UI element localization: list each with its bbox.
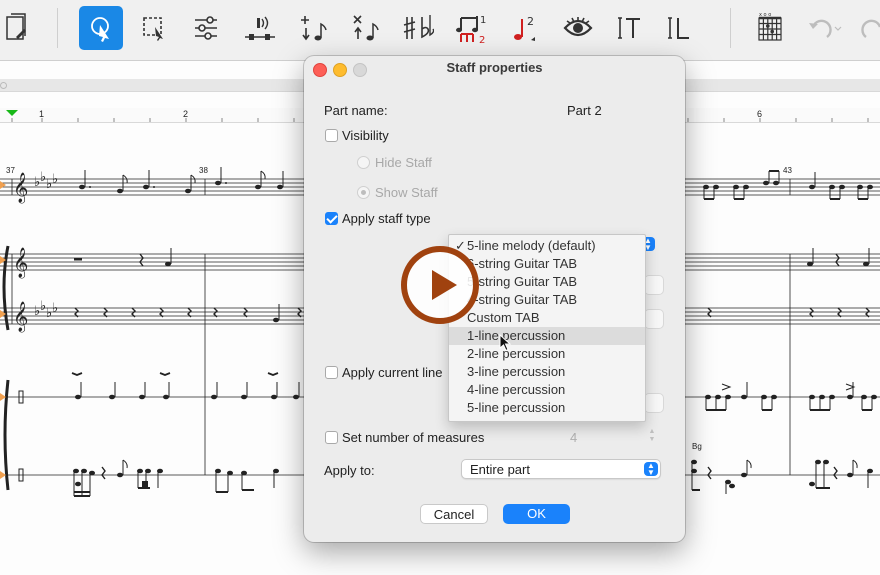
hide-staff-radio[interactable] <box>357 156 370 169</box>
part-name-label: Part name: <box>324 103 388 118</box>
measures-value: 4 <box>570 430 578 445</box>
remove-note-icon[interactable] <box>346 6 386 50</box>
menu-item-5-line-percussion[interactable]: 5-line percussion <box>449 399 645 417</box>
note-color-icon[interactable]: 2 <box>506 6 542 50</box>
selection-arrow-icon[interactable] <box>79 6 123 50</box>
ruler-mark-1: 1 <box>39 109 45 119</box>
menu-item-4-line-percussion[interactable]: 4-line percussion <box>449 381 645 399</box>
svg-text:1: 1 <box>480 15 486 26</box>
eye-icon[interactable] <box>558 6 598 50</box>
svg-text:x o o: x o o <box>759 12 771 18</box>
apply-to-value: Entire part <box>470 462 530 477</box>
menu-item-3-line-percussion[interactable]: 3-line percussion <box>449 363 645 381</box>
measure-number-43: 43 <box>783 166 792 175</box>
apply-current-label: Apply current line <box>342 365 443 380</box>
audio-playback-icon[interactable] <box>238 6 282 50</box>
ruler-mark-2: 2 <box>183 109 189 119</box>
cancel-button[interactable]: Cancel <box>420 504 488 524</box>
apply-staff-type-checkbox[interactable] <box>325 212 338 225</box>
apply-to-label: Apply to: <box>324 463 375 478</box>
main-toolbar: 12 2 x o o <box>0 0 880 61</box>
measures-field[interactable]: 4 ▲ ▼ <box>564 428 655 448</box>
hide-staff-label: Hide Staff <box>375 155 432 170</box>
part-name-value: Part 2 <box>567 103 602 118</box>
apply-staff-type-label: Apply staff type <box>342 211 431 226</box>
undo-icon[interactable] <box>800 6 846 50</box>
set-measures-checkbox[interactable] <box>325 431 338 444</box>
svg-text:♭: ♭ <box>52 301 58 316</box>
redo-icon[interactable] <box>856 6 880 50</box>
svg-text:♭: ♭ <box>52 172 58 187</box>
apply-to-arrow[interactable]: ▲ ▼ <box>644 462 658 477</box>
chord-symbol: Bg <box>692 442 702 451</box>
svg-text:2: 2 <box>527 15 534 28</box>
measures-stepper[interactable]: ▲ ▼ <box>646 428 658 446</box>
svg-text:𝄞: 𝄞 <box>13 172 28 204</box>
measure-number-38: 38 <box>199 166 208 175</box>
apply-current-checkbox[interactable] <box>325 366 338 379</box>
add-note-icon[interactable] <box>294 6 334 50</box>
menu-item-2-line-percussion[interactable]: 2-line percussion <box>449 345 645 363</box>
apply-to-select[interactable]: Entire part ▲ ▼ <box>461 459 661 479</box>
svg-text:𝄞: 𝄞 <box>13 301 28 333</box>
svg-text:2: 2 <box>479 35 485 44</box>
video-play-icon[interactable] <box>400 245 480 325</box>
show-staff-label: Show Staff <box>375 185 438 200</box>
accidentals-icon[interactable] <box>398 6 438 50</box>
visibility-checkbox[interactable] <box>325 129 338 142</box>
lyrics-tool-icon[interactable] <box>660 6 700 50</box>
hidden-field-1 <box>644 275 664 295</box>
ok-button[interactable]: OK <box>503 504 570 524</box>
hidden-field-3 <box>644 393 664 413</box>
visibility-label: Visibility <box>342 128 389 143</box>
hidden-field-2 <box>644 309 664 329</box>
ruler-mark-6: 6 <box>757 109 763 119</box>
dialog-title: Staff properties <box>446 60 543 75</box>
chord-diagram-icon[interactable]: x o o <box>752 6 788 50</box>
tuplet-icon[interactable]: 12 <box>450 6 494 50</box>
show-staff-radio[interactable] <box>357 186 370 199</box>
box-select-icon[interactable] <box>134 6 174 50</box>
menu-item-1-line-percussion[interactable]: 1-line percussion <box>449 327 645 345</box>
svg-text:𝄞: 𝄞 <box>13 247 28 279</box>
mixer-sliders-icon[interactable] <box>186 6 226 50</box>
mouse-cursor-icon <box>499 334 511 352</box>
text-tool-icon[interactable] <box>610 6 650 50</box>
score-file-icon[interactable] <box>0 6 34 50</box>
set-measures-label: Set number of measures <box>342 430 485 445</box>
measure-number-37: 37 <box>6 166 15 175</box>
